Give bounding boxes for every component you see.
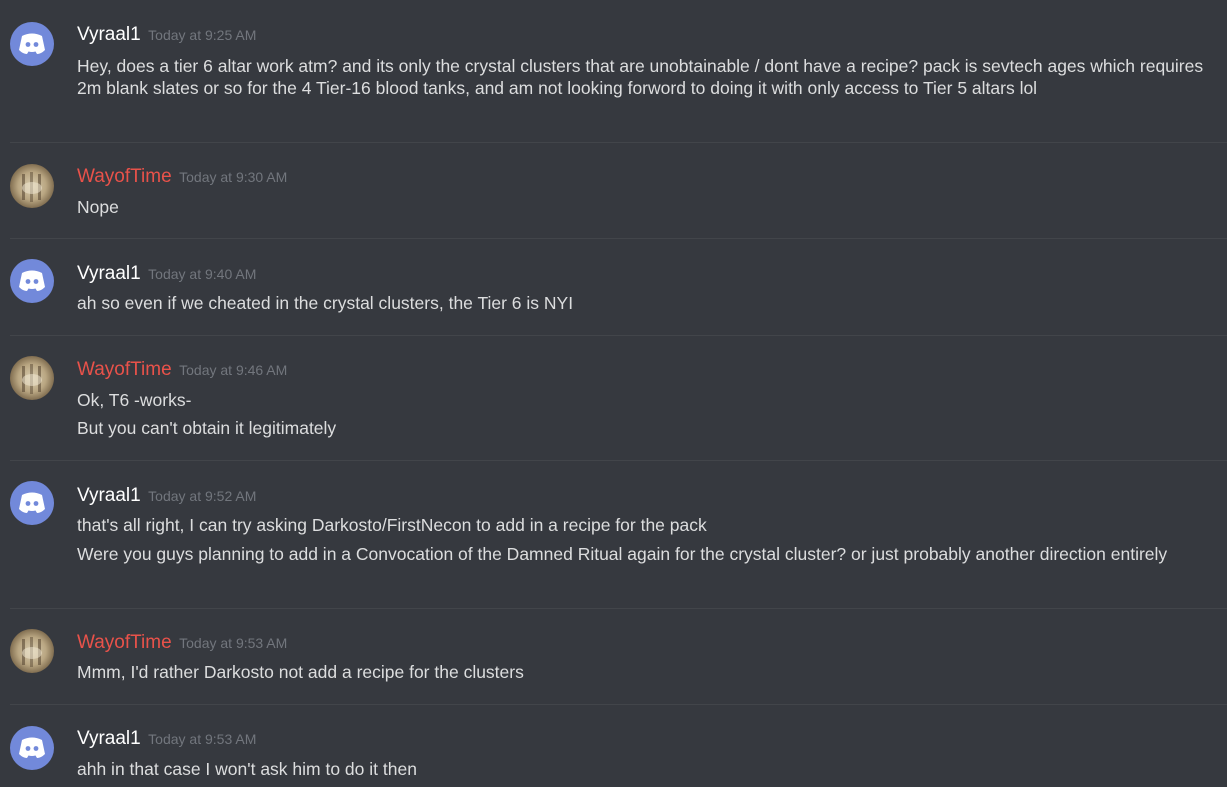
message-header: Vyraal1 Today at 9:53 AM	[77, 728, 256, 750]
user-photo-avatar[interactable]	[10, 629, 54, 673]
timestamp: Today at 9:30 AM	[179, 169, 288, 185]
message-group: Vyraal1 Today at 9:52 AM that's all righ…	[10, 460, 1227, 609]
username[interactable]: WayofTime	[77, 166, 172, 187]
username[interactable]: Vyraal1	[77, 24, 141, 45]
username[interactable]: Vyraal1	[77, 485, 141, 506]
message-group: WayofTime Today at 9:53 AM Mmm, I'd rath…	[10, 608, 1227, 705]
message-text: ah so even if we cheated in the crystal …	[77, 293, 574, 313]
username[interactable]: Vyraal1	[77, 263, 141, 284]
timestamp: Today at 9:52 AM	[148, 488, 257, 504]
timestamp: Today at 9:53 AM	[179, 635, 288, 651]
message-text: Nope	[77, 197, 119, 217]
discord-logo-icon[interactable]	[10, 259, 54, 303]
message-group: Vyraal1 Today at 9:40 AM ah so even if w…	[10, 238, 1227, 336]
message-header: WayofTime Today at 9:46 AM	[77, 359, 287, 381]
username[interactable]: Vyraal1	[77, 728, 141, 749]
discord-logo-icon[interactable]	[10, 22, 54, 66]
message-text: Were you guys planning to add in a Convo…	[77, 544, 1168, 564]
message-header: WayofTime Today at 9:53 AM	[77, 632, 287, 654]
user-photo-avatar[interactable]	[10, 164, 54, 208]
timestamp: Today at 9:25 AM	[148, 27, 257, 43]
message-header: Vyraal1 Today at 9:52 AM	[77, 485, 256, 507]
discord-logo-icon[interactable]	[10, 726, 54, 770]
message-text: that's all right, I can try asking Darko…	[77, 515, 707, 535]
message-header: WayofTime Today at 9:30 AM	[77, 166, 287, 188]
message-text: But you can't obtain it legitimately	[77, 418, 337, 438]
timestamp: Today at 9:46 AM	[179, 362, 288, 378]
message-header: Vyraal1 Today at 9:40 AM	[77, 263, 256, 285]
message-group: Vyraal1 Today at 9:25 AM Hey, does a tie…	[10, 0, 1227, 142]
user-photo-avatar[interactable]	[10, 356, 54, 400]
message-group: Vyraal1 Today at 9:53 AM ahh in that cas…	[10, 704, 1227, 787]
message-text: Hey, does a tier 6 altar work atm? and i…	[77, 56, 1204, 98]
timestamp: Today at 9:53 AM	[148, 731, 257, 747]
message-text: ahh in that case I won't ask him to do i…	[77, 759, 417, 779]
message-group: WayofTime Today at 9:46 AM Ok, T6 -works…	[10, 335, 1227, 461]
username[interactable]: WayofTime	[77, 632, 172, 653]
timestamp: Today at 9:40 AM	[148, 266, 257, 282]
username[interactable]: WayofTime	[77, 359, 172, 380]
message-group: WayofTime Today at 9:30 AM Nope	[10, 142, 1227, 239]
message-text: Mmm, I'd rather Darkosto not add a recip…	[77, 662, 524, 682]
message-text: Ok, T6 -works-	[77, 390, 192, 410]
message-header: Vyraal1 Today at 9:25 AM	[77, 24, 256, 46]
discord-logo-icon[interactable]	[10, 481, 54, 525]
